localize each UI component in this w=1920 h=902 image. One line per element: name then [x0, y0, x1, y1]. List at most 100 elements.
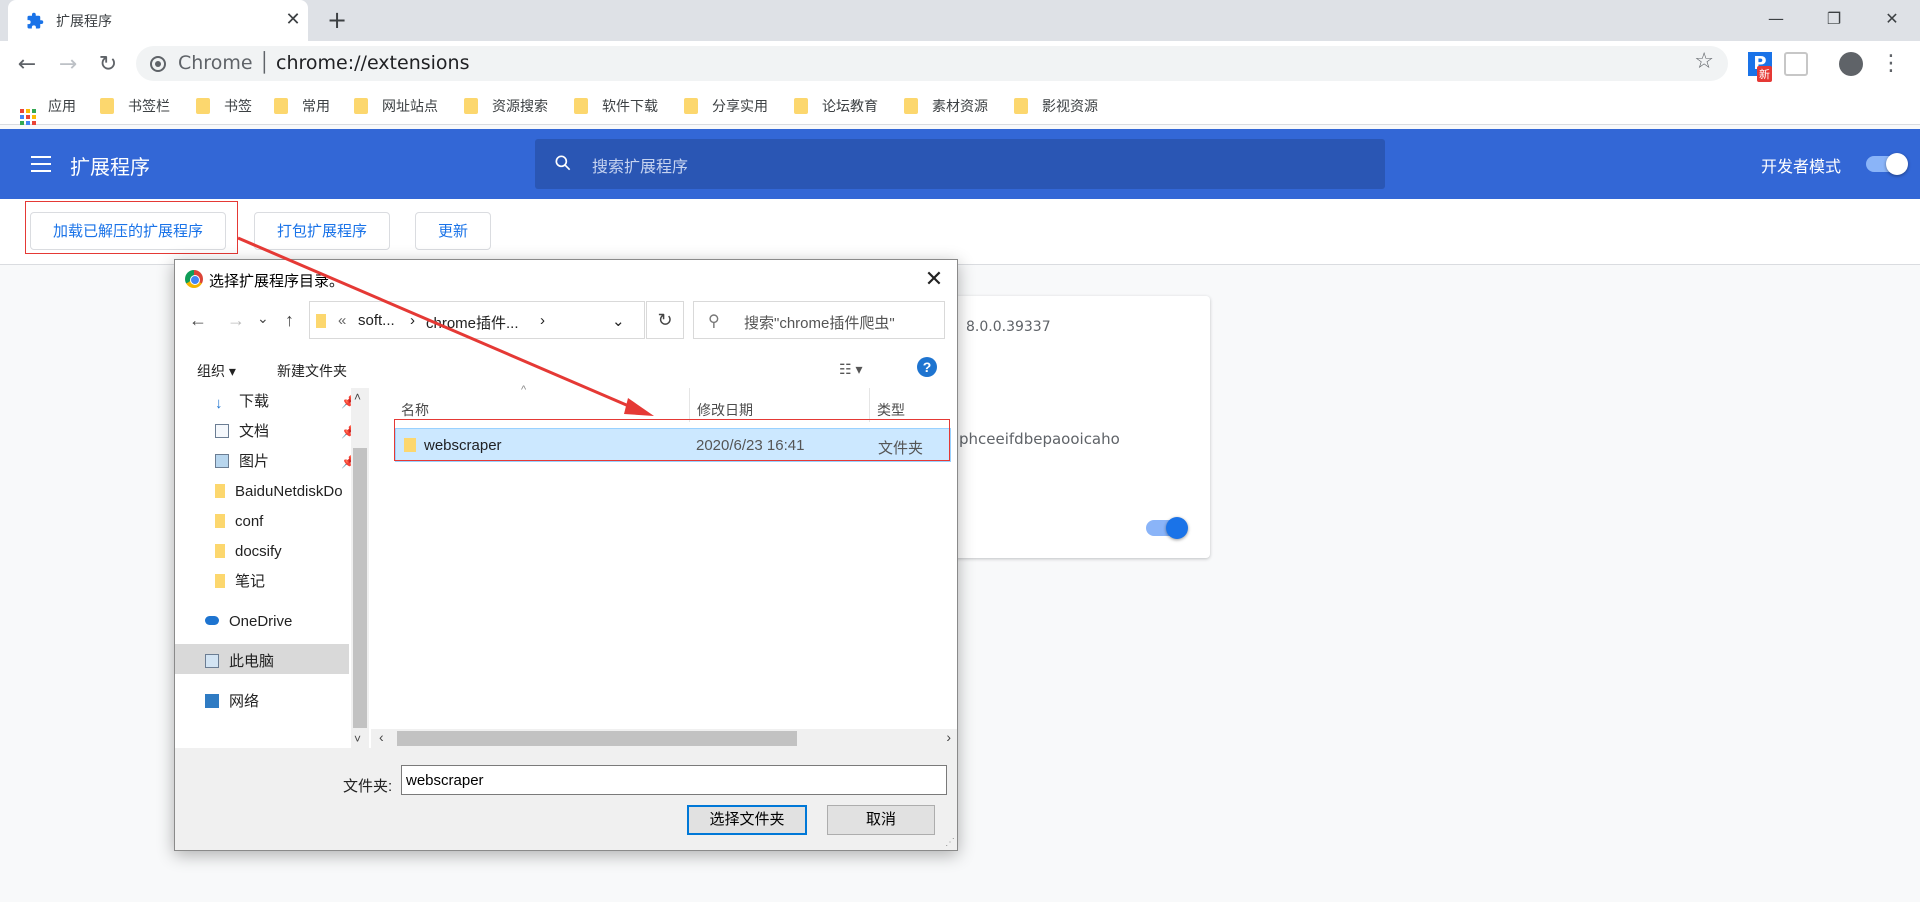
extension-version: 8.0.0.39337 — [966, 319, 1051, 335]
scroll-right-arrow[interactable]: › — [946, 729, 951, 745]
scroll-down-arrow[interactable]: ˅ — [354, 732, 361, 746]
maximize-button[interactable]: ❐ — [1806, 0, 1862, 38]
update-button[interactable]: 更新 — [415, 212, 492, 250]
hamburger-menu-icon[interactable] — [31, 156, 51, 172]
view-options-icon[interactable]: ☷ ▾ — [839, 361, 862, 378]
nav-item-baidunetdisk[interactable]: BaiduNetdiskDo — [215, 480, 351, 504]
reload-button[interactable]: ↻ — [94, 51, 122, 79]
extension-clipper-icon[interactable] — [1784, 52, 1808, 76]
document-icon — [215, 424, 229, 438]
organize-menu[interactable]: 组织 ▾ — [197, 361, 236, 381]
dialog-up-button[interactable]: ↑ — [285, 310, 294, 331]
nav-item-docsify[interactable]: docsify — [215, 540, 282, 564]
bookmark-apps[interactable]: 应用 — [20, 96, 76, 125]
dialog-footer: 文件夹: 选择文件夹 取消 ⋰ — [175, 748, 957, 850]
breadcrumb-overflow[interactable]: « — [338, 312, 346, 329]
scrollbar-thumb[interactable] — [397, 731, 797, 746]
search-icon: ⚲ — [708, 313, 720, 330]
folder-icon — [196, 98, 210, 114]
extension-enable-toggle[interactable] — [1146, 517, 1188, 539]
address-text: Chrome │ chrome://extensions — [178, 52, 469, 74]
column-divider[interactable] — [869, 388, 870, 422]
folder-icon — [904, 98, 918, 114]
nav-item-documents[interactable]: 文档 📌 — [215, 420, 356, 444]
scrollbar-thumb[interactable] — [353, 448, 367, 728]
page-title: 扩展程序 — [70, 155, 150, 179]
nav-item-network[interactable]: 网络 — [205, 690, 259, 714]
computer-icon — [205, 654, 219, 668]
folder-icon — [215, 514, 225, 528]
developer-mode-toggle[interactable] — [1866, 153, 1908, 175]
dialog-search-input[interactable]: ⚲ 搜索"chrome插件爬虫" — [693, 301, 945, 339]
dialog-address-bar[interactable]: « soft... › chrome插件... › ⌄ — [309, 301, 645, 339]
dialog-refresh-button[interactable]: ↻ — [646, 301, 684, 339]
resize-grip-icon[interactable]: ⋰ — [945, 837, 955, 848]
breadcrumb-soft[interactable]: soft... — [358, 312, 395, 329]
nav-label: 笔记 — [235, 573, 266, 590]
apps-grid-icon — [20, 109, 36, 125]
extensions-action-bar: 加载已解压的扩展程序 打包扩展程序 更新 — [0, 199, 1920, 265]
sort-caret-icon: ^ — [521, 384, 527, 396]
dialog-forward-button[interactable]: → — [227, 310, 245, 331]
breadcrumb-separator[interactable]: › — [540, 312, 545, 329]
download-arrow-icon: ↓ — [215, 395, 223, 412]
breadcrumb-separator[interactable]: › — [410, 312, 415, 329]
bookmark-folder[interactable]: 影视资源 — [1014, 96, 1098, 118]
scroll-left-arrow[interactable]: ‹ — [379, 729, 384, 745]
dialog-back-button[interactable]: ← — [189, 310, 207, 331]
breadcrumb-chrome-plugins[interactable]: chrome插件... — [426, 312, 519, 333]
pack-extension-button[interactable]: 打包扩展程序 — [254, 212, 391, 250]
bookmark-folder[interactable]: 分享实用 — [684, 96, 768, 118]
profile-avatar-icon[interactable] — [1839, 52, 1863, 76]
column-header-name[interactable]: 名称 — [401, 400, 429, 420]
nav-item-downloads[interactable]: ↓ 下载 📌 — [215, 390, 356, 414]
window-close-button[interactable]: ✕ — [1864, 0, 1920, 38]
column-header-modified[interactable]: 修改日期 — [697, 400, 753, 420]
bookmark-label: 书签 — [224, 99, 252, 115]
chrome-page-icon — [150, 56, 166, 72]
address-bar[interactable]: Chrome │ chrome://extensions ☆ — [136, 46, 1728, 81]
extension-id: phceeifdbepaooicaho — [959, 430, 1120, 448]
dialog-close-button[interactable]: ✕ — [919, 264, 949, 294]
bookmark-folder[interactable]: 素材资源 — [904, 96, 988, 118]
bookmark-folder[interactable]: 资源搜索 — [464, 96, 548, 118]
back-button[interactable]: ← — [13, 51, 41, 79]
tab-close-icon[interactable]: ✕ — [280, 7, 306, 33]
tab-extensions[interactable]: 扩展程序 ✕ — [8, 0, 308, 41]
new-tab-button[interactable]: + — [322, 6, 352, 36]
new-folder-button[interactable]: 新建文件夹 — [277, 361, 347, 381]
scroll-up-arrow[interactable]: ˄ — [354, 390, 361, 404]
folder-name-input[interactable] — [401, 765, 947, 795]
nav-item-pictures[interactable]: 图片 📌 — [215, 450, 356, 474]
bookmark-folder[interactable]: 书签栏 — [100, 96, 170, 118]
recent-locations-dropdown[interactable]: ⌄ — [257, 310, 269, 327]
nav-pane-scrollbar[interactable]: ˄ ˅ — [351, 388, 369, 748]
forward-button[interactable]: → — [54, 51, 82, 79]
bookmark-star-icon[interactable]: ☆ — [1694, 49, 1714, 74]
bookmark-folder[interactable]: 软件下载 — [574, 96, 658, 118]
help-icon[interactable]: ? — [917, 357, 937, 377]
developer-mode-label: 开发者模式 — [1761, 157, 1842, 176]
dialog-navigation-pane: ↓ 下载 📌 文档 📌 图片 📌 BaiduNetdiskDo conf docsify… — [175, 388, 356, 748]
column-divider[interactable] — [689, 388, 690, 422]
nav-item-conf[interactable]: conf — [215, 510, 263, 534]
bookmark-folder[interactable]: 论坛教育 — [794, 96, 878, 118]
search-placeholder: 搜索扩展程序 — [592, 157, 689, 176]
bookmark-label: 软件下载 — [602, 99, 658, 115]
file-list-hscrollbar[interactable]: ‹ › — [371, 729, 957, 748]
address-url: chrome://extensions — [276, 52, 470, 74]
nav-item-notes[interactable]: 笔记 — [215, 570, 265, 594]
cancel-button[interactable]: 取消 — [827, 805, 935, 835]
bookmark-folder[interactable]: 网址站点 — [354, 96, 438, 118]
minimize-button[interactable]: — — [1748, 0, 1804, 38]
select-folder-button[interactable]: 选择文件夹 — [687, 805, 807, 835]
dialog-title: 选择扩展程序目录。 — [209, 273, 345, 290]
nav-item-this-pc[interactable]: 此电脑 — [205, 650, 274, 674]
address-dropdown-icon[interactable]: ⌄ — [612, 312, 625, 330]
bookmark-folder[interactable]: 常用 — [274, 96, 330, 118]
extensions-search-input[interactable]: 搜索扩展程序 — [535, 139, 1385, 189]
bookmark-folder[interactable]: 书签 — [196, 96, 252, 118]
column-header-type[interactable]: 类型 — [877, 400, 905, 420]
chrome-menu-icon[interactable]: ⋮ — [1880, 51, 1902, 77]
nav-item-onedrive[interactable]: OneDrive — [205, 610, 292, 634]
